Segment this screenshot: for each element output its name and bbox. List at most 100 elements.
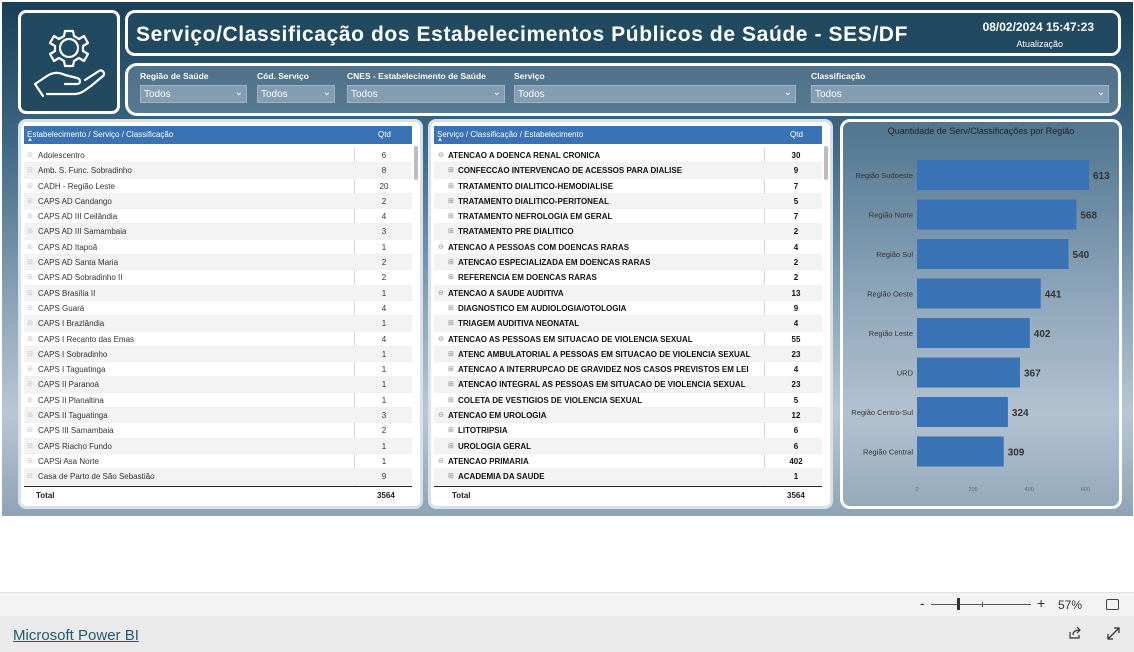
table-row[interactable]: ⊞ CAPSi Asa Norte 1 bbox=[24, 454, 412, 470]
table-row[interactable]: ⊞ ATENCAO INTEGRAL AS PESSOAS EM SITUACAO… bbox=[434, 377, 822, 393]
scrollbar[interactable] bbox=[824, 146, 828, 180]
expand-icon[interactable]: ⊞ bbox=[448, 396, 454, 404]
expand-icon[interactable]: ⊖ bbox=[438, 289, 444, 297]
row-expand-icon[interactable]: ⊞ bbox=[27, 396, 33, 404]
row-expand-icon[interactable]: ⊞ bbox=[27, 380, 33, 388]
column-header-estabelecimento[interactable]: Estabelecimento / Serviço / Classificaçã… bbox=[27, 130, 173, 139]
expand-icon[interactable]: ⊖ bbox=[438, 151, 444, 159]
bar[interactable] bbox=[917, 397, 1008, 427]
zoom-slider-thumb[interactable] bbox=[957, 598, 960, 610]
expand-icon[interactable]: ⊞ bbox=[448, 442, 454, 450]
expand-icon[interactable]: ⊞ bbox=[448, 227, 454, 235]
bar[interactable] bbox=[917, 278, 1041, 309]
filter-servico-dropdown[interactable]: Todos ⌄ bbox=[514, 85, 796, 103]
expand-icon[interactable]: ⊖ bbox=[438, 335, 444, 343]
row-expand-icon[interactable]: ⊞ bbox=[27, 426, 33, 434]
expand-icon[interactable]: ⊞ bbox=[448, 273, 454, 281]
table-row[interactable]: ⊖ ATENCAO A SAUDE AUDITIVA 13 bbox=[434, 285, 822, 301]
table-row[interactable]: ⊖ ATENCAO AS PESSOAS EM SITUACAO DE VIOLE… bbox=[434, 332, 822, 347]
row-expand-icon[interactable]: ⊞ bbox=[27, 227, 33, 235]
row-expand-icon[interactable]: ⊞ bbox=[27, 319, 33, 327]
table-row[interactable]: ⊞ TRATAMENTO PRE DIALITICO 2 bbox=[434, 224, 822, 240]
expand-icon[interactable]: ⊞ bbox=[448, 304, 454, 312]
table-row[interactable]: ⊖ ATENCAO EM UROLOGIA 12 bbox=[434, 408, 822, 424]
table-row[interactable]: ⊞ CAPS I Sobradinho 1 bbox=[24, 346, 412, 363]
expand-icon[interactable]: ⊞ bbox=[448, 319, 454, 327]
bar[interactable] bbox=[917, 318, 1030, 348]
table-row[interactable]: ⊞ Casa de Parto de São Sebastião 9 bbox=[24, 469, 412, 485]
table-row[interactable]: ⊞ CAPS Riacho Fundo 1 bbox=[24, 438, 412, 454]
table-row[interactable]: ⊞ ATENCAO A INTERRUPCAO DE GRAVIDEZ NOS C… bbox=[434, 362, 822, 378]
row-expand-icon[interactable]: ⊞ bbox=[27, 151, 33, 159]
fullscreen-icon[interactable] bbox=[1107, 627, 1120, 640]
zoom-in-button[interactable]: + bbox=[1037, 595, 1045, 611]
filter-regiao-dropdown[interactable]: Todos ⌄ bbox=[140, 85, 247, 103]
expand-icon[interactable]: ⊞ bbox=[448, 380, 454, 388]
bar[interactable] bbox=[917, 160, 1089, 190]
row-expand-icon[interactable]: ⊞ bbox=[27, 442, 33, 450]
share-icon[interactable] bbox=[1068, 626, 1082, 640]
row-expand-icon[interactable]: ⊞ bbox=[27, 472, 33, 480]
bar[interactable] bbox=[917, 436, 1004, 467]
row-expand-icon[interactable]: ⊞ bbox=[27, 457, 33, 465]
expand-icon[interactable]: ⊖ bbox=[438, 243, 444, 251]
table-row[interactable]: ⊞ CAPS AD Candango 2 bbox=[24, 193, 412, 210]
table-row[interactable]: ⊞ ATENC AMBULATORIAL A PESSOAS EM SITUACA… bbox=[434, 346, 822, 363]
table-row[interactable]: ⊞ CAPS Guará 4 bbox=[24, 301, 412, 317]
column-header-qtd[interactable]: Qtd bbox=[790, 130, 803, 139]
expand-icon[interactable]: ⊖ bbox=[438, 457, 444, 465]
table-row[interactable]: ⊞ TRATAMENTO DIALITICO-PERITONEAL 5 bbox=[434, 193, 822, 210]
column-header-servico[interactable]: Serviço / Classificação / Estabeleciment… bbox=[437, 130, 583, 139]
table-row[interactable]: ⊞ LITOTRIPSIA 6 bbox=[434, 423, 822, 439]
zoom-out-button[interactable]: - bbox=[920, 595, 925, 611]
row-expand-icon[interactable]: ⊞ bbox=[27, 243, 33, 251]
power-bi-link[interactable]: Microsoft Power BI bbox=[13, 627, 139, 644]
table-row[interactable]: ⊞ TRIAGEM AUDITIVA NEONATAL 4 bbox=[434, 316, 822, 332]
expand-icon[interactable]: ⊞ bbox=[448, 365, 454, 373]
table-row[interactable]: ⊞ REFERENCIA EM DOENCAS RARAS 2 bbox=[434, 270, 822, 286]
table-row[interactable]: ⊞ CAPS II Paranoá 1 bbox=[24, 377, 412, 393]
expand-icon[interactable]: ⊞ bbox=[448, 182, 454, 190]
expand-icon[interactable]: ⊞ bbox=[448, 426, 454, 434]
table-row[interactable]: ⊖ ATENCAO PRIMARIA 402 bbox=[434, 454, 822, 470]
fit-to-page-icon[interactable] bbox=[1106, 599, 1119, 610]
row-expand-icon[interactable]: ⊞ bbox=[27, 350, 33, 358]
table-row[interactable]: ⊞ CAPS Brasília II 1 bbox=[24, 285, 412, 301]
table-row[interactable]: ⊞ UROLOGIA GERAL 6 bbox=[434, 438, 822, 454]
scrollbar[interactable] bbox=[414, 146, 418, 180]
filter-classificacao-dropdown[interactable]: Todos ⌄ bbox=[811, 85, 1109, 103]
row-expand-icon[interactable]: ⊞ bbox=[27, 258, 33, 266]
table-row[interactable]: ⊞ CAPS AD Itapoã 1 bbox=[24, 240, 412, 256]
table-row[interactable]: ⊖ ATENCAO A DOENCA RENAL CRONICA 30 bbox=[434, 148, 822, 164]
table-row[interactable]: ⊞ CAPS II Taguatinga 3 bbox=[24, 408, 412, 424]
table-row[interactable]: ⊞ TRATAMENTO NEFROLOGIA EM GERAL 7 bbox=[434, 209, 822, 225]
row-expand-icon[interactable]: ⊞ bbox=[27, 273, 33, 281]
table-row[interactable]: ⊞ CAPS I Brazlândia 1 bbox=[24, 316, 412, 332]
row-expand-icon[interactable]: ⊞ bbox=[27, 182, 33, 190]
row-expand-icon[interactable]: ⊞ bbox=[27, 411, 33, 419]
table-row[interactable]: ⊞ DIAGNOSTICO EM AUDIOLOGIA/OTOLOGIA 9 bbox=[434, 301, 822, 317]
expand-icon[interactable]: ⊞ bbox=[448, 258, 454, 266]
table-row[interactable]: ⊞ Amb. S. Func. Sobradinho 8 bbox=[24, 163, 412, 179]
bar[interactable] bbox=[917, 199, 1077, 230]
table-row[interactable]: ⊖ ATENCAO A PESSOAS COM DOENCAS RARAS 4 bbox=[434, 240, 822, 256]
bar[interactable] bbox=[917, 357, 1020, 388]
table-row[interactable]: ⊞ CAPS AD III Samambaia 3 bbox=[24, 224, 412, 240]
row-expand-icon[interactable]: ⊞ bbox=[27, 289, 33, 297]
expand-icon[interactable]: ⊞ bbox=[448, 166, 454, 174]
expand-icon[interactable]: ⊖ bbox=[438, 411, 444, 419]
expand-icon[interactable]: ⊞ bbox=[448, 212, 454, 220]
table-row[interactable]: ⊞ COLETA DE VESTIGIOS DE VIOLENCIA SEXUAL… bbox=[434, 393, 822, 409]
filter-cnes-dropdown[interactable]: Todos ⌄ bbox=[347, 85, 505, 103]
row-expand-icon[interactable]: ⊞ bbox=[27, 212, 33, 220]
table-row[interactable]: ⊞ CAPS I Recanto das Emas 4 bbox=[24, 332, 412, 347]
column-header-qtd[interactable]: Qtd bbox=[378, 130, 391, 139]
row-expand-icon[interactable]: ⊞ bbox=[27, 304, 33, 312]
table-row[interactable]: ⊞ CAPS AD Sobradinho II 2 bbox=[24, 270, 412, 286]
row-expand-icon[interactable]: ⊞ bbox=[27, 197, 33, 205]
expand-icon[interactable]: ⊞ bbox=[448, 197, 454, 205]
table-row[interactable]: ⊞ Adolescentro 6 bbox=[24, 148, 412, 164]
table-row[interactable]: ⊞ CAPS II Planaltina 1 bbox=[24, 393, 412, 409]
table-row[interactable]: ⊞ CAPS AD Santa Maria 2 bbox=[24, 255, 412, 271]
table-row[interactable]: ⊞ ACADEMIA DA SAUDE 1 bbox=[434, 469, 822, 485]
